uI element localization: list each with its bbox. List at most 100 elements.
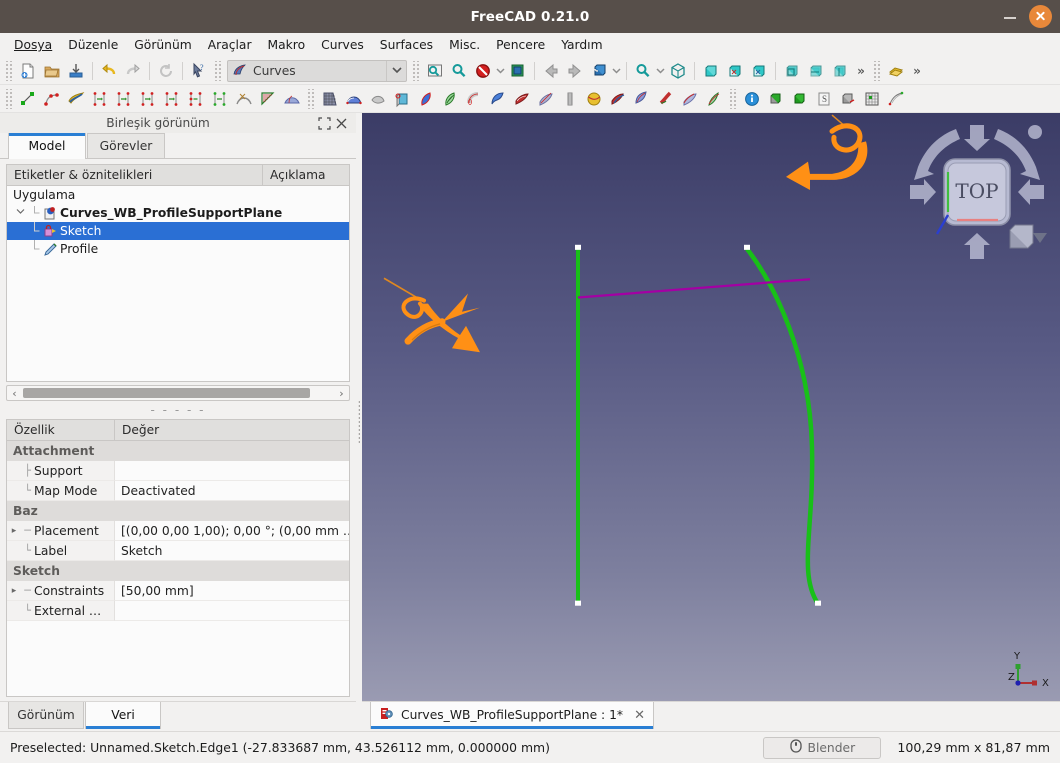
menu-surfaces[interactable]: Surfaces <box>372 36 441 54</box>
navigation-cube[interactable]: TOP <box>902 117 1052 267</box>
green-profile-button[interactable] <box>438 87 462 111</box>
property-group-attachment[interactable]: Attachment <box>7 441 349 461</box>
whats-this-button[interactable]: ? <box>187 59 211 83</box>
axis-cube-button[interactable] <box>836 87 860 111</box>
cube-right-button[interactable] <box>747 59 771 83</box>
property-value-map-mode[interactable]: Deactivated <box>115 481 349 501</box>
property-expander-placement[interactable]: ▸ <box>7 526 21 536</box>
scroll-thumb[interactable] <box>23 388 311 398</box>
property-group-baz[interactable]: Baz <box>7 501 349 521</box>
draw-style-dropdown[interactable] <box>495 59 506 83</box>
chevron-expanded-icon[interactable] <box>13 206 27 220</box>
zoom-dropdown[interactable] <box>655 59 666 83</box>
sketch-line-vertex-bottom[interactable] <box>575 600 581 606</box>
menu-duzenle[interactable]: Düzenle <box>60 36 126 54</box>
scroll-right-icon[interactable]: › <box>334 387 349 400</box>
cube-front-button[interactable] <box>699 59 723 83</box>
cube-bottom-button[interactable] <box>804 59 828 83</box>
profile-support-button[interactable] <box>390 87 414 111</box>
tree-row-document[interactable]: Curves_WB_ProfileSupportPlane <box>7 204 349 222</box>
isocurve-button[interactable] <box>558 87 582 111</box>
grey-green-cube-button[interactable] <box>764 87 788 111</box>
fit-all-button[interactable] <box>423 59 447 83</box>
menu-makro[interactable]: Makro <box>260 36 314 54</box>
sweep-ribbon-button[interactable] <box>678 87 702 111</box>
menu-gorunum[interactable]: Görünüm <box>126 36 199 54</box>
fit-selection-button[interactable] <box>447 59 471 83</box>
sketch-line-vertex-top[interactable] <box>575 244 581 250</box>
close-icon[interactable] <box>333 115 350 132</box>
workbench-selector[interactable]: Curves <box>227 59 407 82</box>
property-value-external[interactable] <box>115 601 349 621</box>
menu-dosya[interactable]: Dosya <box>6 36 60 54</box>
join-curve-button-2[interactable] <box>112 87 136 111</box>
join-curve-green-button[interactable] <box>208 87 232 111</box>
bspline-tool-button[interactable] <box>40 87 64 111</box>
scroll-left-icon[interactable]: ‹ <box>7 387 22 400</box>
toolbar-grip-file[interactable] <box>5 60 13 81</box>
rotate-sweep-button[interactable] <box>702 87 726 111</box>
tree-row-application[interactable]: Uygulama <box>7 186 349 204</box>
cube-left-button[interactable] <box>828 59 852 83</box>
property-value-support[interactable] <box>115 461 349 481</box>
ribbon-surface-button[interactable] <box>510 87 534 111</box>
property-row-external[interactable]: └ External … <box>7 601 349 621</box>
tree-row-profile[interactable]: Profile <box>7 240 349 258</box>
join-curve-button-3[interactable] <box>136 87 160 111</box>
gold-sphere-button[interactable] <box>582 87 606 111</box>
tab-gorunum[interactable]: Görünüm <box>8 702 84 729</box>
toolbar-grip-surfaces[interactable] <box>307 88 315 109</box>
line-tool-button[interactable] <box>16 87 40 111</box>
tab-veri[interactable]: Veri <box>85 702 161 729</box>
new-document-button[interactable] <box>16 59 40 83</box>
join-curve-button-5[interactable] <box>184 87 208 111</box>
box-selection-button[interactable] <box>506 59 530 83</box>
navigation-style-button[interactable]: Blender <box>763 736 882 759</box>
multi-surface-button[interactable] <box>606 87 630 111</box>
undo-button[interactable] <box>97 59 121 83</box>
surface-grid-button[interactable] <box>318 87 342 111</box>
tree-horizontal-scrollbar[interactable]: ‹ › <box>6 385 350 401</box>
axonometric-dropdown[interactable] <box>611 59 622 83</box>
close-button[interactable] <box>1029 5 1052 28</box>
mix-surface-button[interactable] <box>534 87 558 111</box>
3d-viewport[interactable]: TOP X Y Z <box>362 113 1060 701</box>
menu-misc[interactable]: Misc. <box>441 36 488 54</box>
save-document-button[interactable] <box>64 59 88 83</box>
zoom-button[interactable] <box>631 59 655 83</box>
profile-curve-vertex-bottom[interactable] <box>815 600 821 606</box>
property-value-placement[interactable]: [(0,00 0,00 1,00); 0,00 °; (0,00 mm … <box>115 521 349 541</box>
join-curve-button-1[interactable] <box>88 87 112 111</box>
toolbar-grip-view[interactable] <box>412 60 420 81</box>
document-tab-close-icon[interactable]: ✕ <box>634 708 645 723</box>
cube-rear-button[interactable] <box>780 59 804 83</box>
join-curve-button-4[interactable] <box>160 87 184 111</box>
toolbar-grip-misc[interactable] <box>729 88 737 109</box>
zebra-fan-button[interactable] <box>280 87 304 111</box>
scroll-track[interactable] <box>22 388 334 398</box>
panel-splitter-handle[interactable]: - - - - - <box>0 401 356 419</box>
expand-icon[interactable] <box>316 115 333 132</box>
wireframe-cube-button[interactable] <box>666 59 690 83</box>
chevron-down-icon[interactable] <box>386 60 406 81</box>
redo-button[interactable] <box>121 59 145 83</box>
green-cube-button[interactable] <box>788 87 812 111</box>
script-page-button[interactable]: S <box>812 87 836 111</box>
property-row-constraints[interactable]: ▸ ─ Constraints [50,00 mm] <box>7 581 349 601</box>
info-button[interactable] <box>740 87 764 111</box>
document-tab[interactable]: Curves_WB_ProfileSupportPlane : 1* ✕ <box>370 702 654 729</box>
property-row-label[interactable]: └ Label Sketch <box>7 541 349 561</box>
tree-row-sketch[interactable]: Sketch <box>7 222 349 240</box>
loft-surface-button[interactable] <box>342 87 366 111</box>
approx-surface-button[interactable] <box>630 87 654 111</box>
property-group-sketch[interactable]: Sketch <box>7 561 349 581</box>
property-row-support[interactable]: ├ Support <box>7 461 349 481</box>
nurbs-button[interactable] <box>884 87 908 111</box>
sweep-surface-button[interactable] <box>486 87 510 111</box>
hook-curve-button[interactable] <box>654 87 678 111</box>
property-row-map-mode[interactable]: └ Map Mode Deactivated <box>7 481 349 501</box>
toolbar-grip-measure[interactable] <box>873 60 881 81</box>
property-row-placement[interactable]: ▸ ─ Placement [(0,00 0,00 1,00); 0,00 °;… <box>7 521 349 541</box>
refresh-button[interactable] <box>154 59 178 83</box>
menu-yardim[interactable]: Yardım <box>553 36 610 54</box>
